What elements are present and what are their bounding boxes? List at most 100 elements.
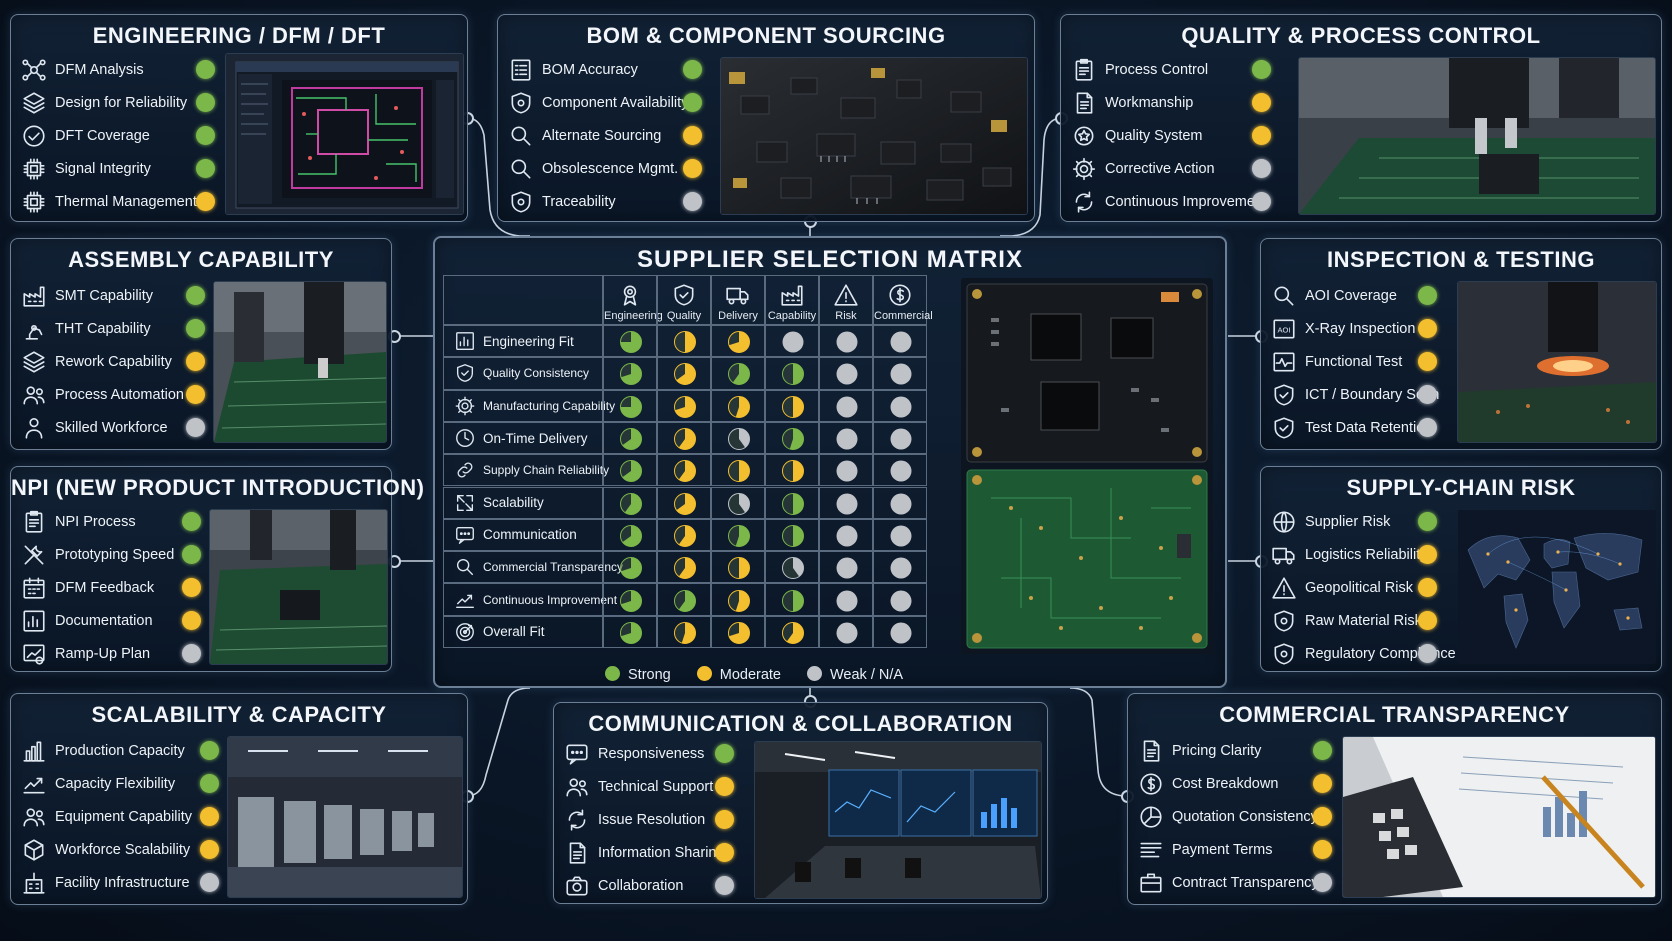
matrix-cell bbox=[711, 583, 765, 616]
panel-commercial: COMMERCIAL TRANSPARENCY Pricing Clarity C… bbox=[1127, 693, 1662, 905]
status-dot-moderate bbox=[715, 810, 734, 829]
matrix-cell bbox=[711, 357, 765, 390]
status-dot-strong bbox=[200, 774, 219, 793]
matrix-column-header: Capability bbox=[765, 275, 819, 325]
rating-marker-weak bbox=[836, 590, 858, 612]
matrix-cell bbox=[603, 518, 657, 552]
criterion-item: Workmanship bbox=[1071, 86, 1271, 119]
panel-title: COMMUNICATION & COLLABORATION bbox=[588, 711, 1013, 736]
matrix-row-header: On-Time Delivery bbox=[443, 421, 603, 455]
users-icon bbox=[21, 804, 47, 830]
shield-check-icon bbox=[671, 282, 697, 308]
panel-engineering: ENGINEERING / DFM / DFT DFM Analysis Desi… bbox=[10, 14, 468, 222]
rating-marker-moderate bbox=[728, 589, 750, 612]
matrix-column-header: Commercial bbox=[873, 275, 933, 325]
criterion-label: AOI Coverage bbox=[1305, 287, 1397, 304]
matrix-cell bbox=[711, 615, 765, 648]
criterion-label: DFT Coverage bbox=[55, 127, 150, 144]
dollar-icon bbox=[887, 282, 913, 308]
criterion-item: Quality System bbox=[1071, 119, 1271, 152]
criterion-label: Thermal Management bbox=[55, 193, 197, 210]
criterion-item: Ramp-Up Plan bbox=[21, 637, 201, 670]
search-icon bbox=[508, 123, 534, 149]
criterion-label: NPI Process bbox=[55, 513, 136, 530]
rating-marker-strong bbox=[620, 524, 642, 547]
clipboard-icon bbox=[21, 509, 47, 535]
criterion-item: Pricing Clarity bbox=[1138, 734, 1332, 767]
status-dot-weak bbox=[683, 192, 702, 211]
rating-marker-strong bbox=[674, 589, 696, 612]
criteria-list: Production Capacity Capacity Flexibility E… bbox=[21, 734, 219, 899]
status-dot-weak bbox=[1313, 873, 1332, 892]
target-icon bbox=[454, 621, 476, 643]
panel-npi: NPI (NEW PRODUCT INTRODUCTION) NPI Proce… bbox=[10, 466, 424, 672]
matrix-cell bbox=[873, 389, 927, 422]
status-dot-moderate bbox=[1313, 774, 1332, 793]
matrix-cell bbox=[819, 325, 873, 358]
criterion-item: Alternate Sourcing bbox=[508, 119, 702, 152]
status-dot-weak bbox=[200, 873, 219, 892]
matrix-cell bbox=[873, 454, 927, 487]
trend-icon bbox=[21, 771, 47, 797]
matrix-cell bbox=[711, 486, 765, 519]
rating-marker-weak bbox=[890, 396, 912, 418]
status-dot-moderate bbox=[1418, 319, 1437, 338]
criterion-label: Traceability bbox=[542, 193, 616, 210]
rating-marker-strong bbox=[620, 428, 642, 451]
matrix-cell bbox=[765, 454, 819, 487]
matrix-cell bbox=[873, 357, 927, 390]
rating-marker-weak bbox=[890, 557, 912, 579]
robot-arm-icon bbox=[21, 316, 47, 342]
matrix-row-header: Continuous Improvement bbox=[443, 583, 617, 616]
search-icon bbox=[454, 556, 476, 578]
matrix-cell bbox=[657, 389, 711, 422]
criteria-list: SMT Capability THT Capability Rework Capab… bbox=[21, 279, 205, 444]
criteria-list: Responsiveness Technical Support Issue Res… bbox=[564, 737, 734, 902]
rating-marker-moderate bbox=[674, 331, 696, 354]
documents-calculator-photo bbox=[1342, 736, 1656, 898]
panel-title: SCALABILITY & CAPACITY bbox=[91, 702, 387, 727]
matrix-cell bbox=[711, 454, 765, 487]
criterion-item: Responsiveness bbox=[564, 737, 734, 770]
criterion-item: Corrective Action bbox=[1071, 152, 1271, 185]
criterion-item: Geopolitical Risk bbox=[1271, 571, 1437, 604]
legend-dot bbox=[696, 666, 712, 681]
rating-marker-moderate bbox=[782, 460, 804, 483]
rating-marker-weak bbox=[890, 622, 912, 644]
rating-marker-strong bbox=[620, 395, 642, 418]
warning-icon bbox=[833, 282, 859, 308]
search-icon bbox=[508, 156, 534, 182]
building-icon bbox=[21, 870, 47, 896]
status-dot-moderate bbox=[1418, 545, 1437, 564]
rating-marker-moderate bbox=[782, 621, 804, 644]
rating-marker-weak bbox=[890, 590, 912, 612]
matrix-cell bbox=[819, 615, 873, 648]
status-dot-moderate bbox=[186, 352, 205, 371]
criteria-list: Supplier Risk Logistics Reliability Geopol… bbox=[1271, 505, 1456, 670]
rating-marker-weak bbox=[782, 557, 804, 580]
criterion-label: Skilled Workforce bbox=[55, 419, 168, 436]
criterion-label: Contract Transparency bbox=[1172, 874, 1319, 891]
rating-marker-strong bbox=[782, 363, 804, 386]
status-dot-moderate bbox=[1418, 611, 1437, 630]
status-dot-moderate bbox=[182, 578, 201, 597]
matrix-cell bbox=[819, 357, 873, 390]
status-dot-strong bbox=[683, 60, 702, 79]
rating-marker-weak bbox=[728, 428, 750, 451]
status-dot-strong bbox=[196, 126, 215, 145]
chart-doc-icon bbox=[21, 608, 47, 634]
matrix-cell bbox=[603, 421, 657, 455]
rating-marker-strong bbox=[782, 492, 804, 515]
criteria-list: Pricing Clarity Cost Breakdown Quotation C… bbox=[1138, 734, 1332, 899]
criterion-label: Collaboration bbox=[598, 877, 684, 894]
matrix-row-header: Communication bbox=[443, 518, 603, 552]
layers-icon bbox=[21, 90, 47, 116]
matrix-cell bbox=[873, 583, 927, 616]
status-dot-weak bbox=[1252, 159, 1271, 178]
criterion-item: Equipment Capability bbox=[21, 800, 219, 833]
status-dot-strong bbox=[715, 744, 734, 763]
rating-marker-strong bbox=[620, 492, 642, 515]
panel-title: BOM & COMPONENT SOURCING bbox=[586, 23, 946, 48]
users-icon bbox=[21, 382, 47, 408]
criterion-item: Rework Capability bbox=[21, 345, 205, 378]
